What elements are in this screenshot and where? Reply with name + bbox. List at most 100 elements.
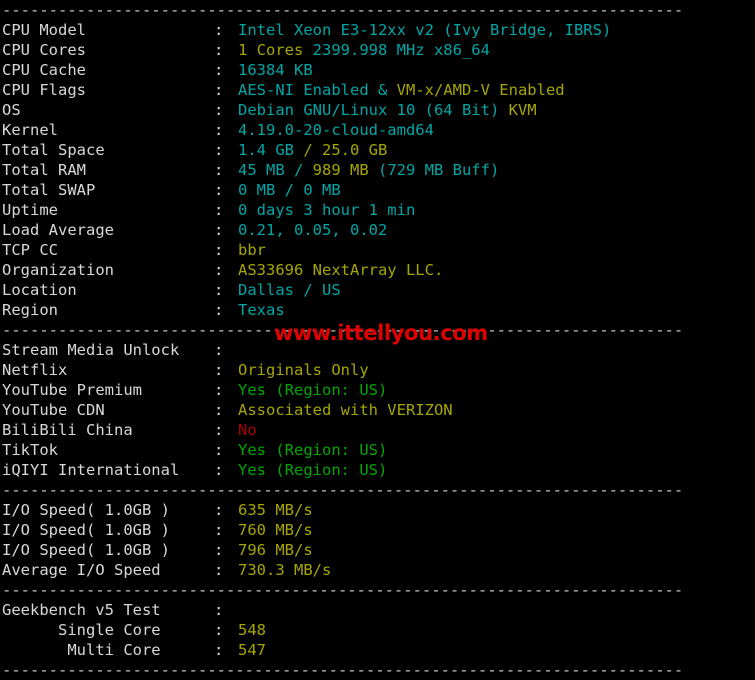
info-row-value: 0 MB / 0 MB bbox=[238, 181, 341, 199]
info-row-label: CPU Cache bbox=[2, 61, 86, 79]
info-row-colon: : bbox=[214, 641, 224, 659]
info-row-colon: : bbox=[214, 341, 224, 359]
info-row-label: I/O Speed( 1.0GB ) bbox=[2, 541, 170, 559]
info-row-colon: : bbox=[214, 381, 224, 399]
info-row-value: Debian GNU/Linux 10 (64 Bit) KVM bbox=[238, 101, 537, 119]
info-row: Location: Dallas / US bbox=[0, 280, 755, 300]
info-row-label: TikTok bbox=[2, 441, 58, 459]
value-segment: 1 Cores bbox=[238, 41, 313, 59]
info-row: Multi Core:547 bbox=[0, 640, 755, 660]
value-segment: 989 MB bbox=[312, 161, 369, 179]
value-segment: Intel Xeon E3-12xx v2 (Ivy Bridge, IBRS) bbox=[238, 21, 612, 39]
section-io-speed: I/O Speed( 1.0GB ):635 MB/s I/O Speed( 1.… bbox=[0, 500, 755, 580]
section-stream-media-unlock: Stream Media Unlock: Netflix: Originals On… bbox=[0, 340, 755, 480]
section-geekbench: Geekbench v5 Test: Single Core:548 Multi… bbox=[0, 600, 755, 660]
value-segment: 0 MB / 0 MB bbox=[238, 181, 341, 199]
value-segment: 547 bbox=[238, 641, 266, 659]
info-row-value: 548 bbox=[238, 621, 266, 639]
info-row-value: Yes (Region: US) bbox=[238, 461, 387, 479]
info-row-value: AES-NI Enabled & VM-x/AMD-V Enabled bbox=[238, 81, 565, 99]
info-row: Organization: AS33696 NextArray LLC. bbox=[0, 260, 755, 280]
info-row: I/O Speed( 1.0GB ):635 MB/s bbox=[0, 500, 755, 520]
info-row-colon: : bbox=[214, 541, 224, 559]
info-row: Region: Texas bbox=[0, 300, 755, 320]
value-segment: AES-NI Enabled bbox=[238, 81, 378, 99]
value-segment: Associated with VERIZON bbox=[238, 401, 453, 419]
info-row: Total RAM:45 MB / 989 MB (729 MB Buff) bbox=[0, 160, 755, 180]
info-row-colon: : bbox=[214, 621, 224, 639]
info-row-label: Total SWAP bbox=[2, 181, 96, 199]
info-row: CPU Model: Intel Xeon E3-12xx v2 (Ivy Bri… bbox=[0, 20, 755, 40]
info-row: BiliBili China: No bbox=[0, 420, 755, 440]
info-row-colon: : bbox=[214, 561, 224, 579]
info-row-label: Single Core bbox=[2, 621, 161, 639]
info-row-label: CPU Model bbox=[2, 21, 86, 39]
info-row-value: 1.4 GB / 25.0 GB bbox=[238, 141, 387, 159]
info-row-value: 0 days 3 hour 1 min bbox=[238, 201, 415, 219]
info-row: Average I/O Speed:730.3 MB/s bbox=[0, 560, 755, 580]
info-row-value: 730.3 MB/s bbox=[238, 561, 331, 579]
info-row: TCP CC: bbr bbox=[0, 240, 755, 260]
info-row-colon: : bbox=[214, 161, 224, 179]
value-segment: Dallas / US bbox=[238, 281, 341, 299]
info-row-colon: : bbox=[214, 61, 224, 79]
value-segment: 45 MB / bbox=[238, 161, 313, 179]
value-segment: Texas bbox=[238, 301, 285, 319]
info-row-label: Kernel bbox=[2, 121, 58, 139]
value-segment: 0 days 3 hour 1 min bbox=[238, 201, 416, 219]
info-row-value: 760 MB/s bbox=[238, 521, 313, 539]
info-row-colon: : bbox=[214, 601, 224, 619]
info-row-value: Yes (Region: US) bbox=[238, 381, 387, 399]
value-segment: VM-x/AMD-V Enabled bbox=[396, 81, 565, 99]
info-row-colon: : bbox=[214, 421, 224, 439]
info-row-value: Dallas / US bbox=[238, 281, 341, 299]
value-segment: Yes (Region: US) bbox=[238, 441, 388, 459]
info-row: iQIYI International: Yes (Region: US) bbox=[0, 460, 755, 480]
value-segment: 2399.998 MHz x86_64 bbox=[312, 41, 490, 59]
value-segment: 760 MB/s bbox=[238, 521, 313, 539]
info-row-label: CPU Flags bbox=[2, 81, 86, 99]
info-row: TikTok: Yes (Region: US) bbox=[0, 440, 755, 460]
info-row-label: OS bbox=[2, 101, 21, 119]
info-row-label: Location bbox=[2, 281, 77, 299]
info-row-colon: : bbox=[214, 521, 224, 539]
value-segment: Yes (Region: US) bbox=[238, 381, 388, 399]
info-row-colon: : bbox=[214, 141, 224, 159]
info-row-colon: : bbox=[214, 241, 224, 259]
separator-bottom: ----------------------------------------… bbox=[2, 661, 684, 679]
info-row-label: YouTube Premium bbox=[2, 381, 142, 399]
info-row-colon: : bbox=[214, 201, 224, 219]
info-row: OS: Debian GNU/Linux 10 (64 Bit) KVM bbox=[0, 100, 755, 120]
value-segment: Originals Only bbox=[238, 361, 369, 379]
info-row-value: 796 MB/s bbox=[238, 541, 313, 559]
info-row-value: 1 Cores 2399.998 MHz x86_64 bbox=[238, 41, 490, 59]
info-row-value: 547 bbox=[238, 641, 266, 659]
info-row-label: Load Average bbox=[2, 221, 114, 239]
info-row-label: TCP CC bbox=[2, 241, 58, 259]
info-row-value: 16384 KB bbox=[238, 61, 313, 79]
value-segment: AS33696 NextArray LLC. bbox=[238, 261, 444, 279]
info-row: Load Average:0.21, 0.05, 0.02 bbox=[0, 220, 755, 240]
info-row-value: Associated with VERIZON bbox=[238, 401, 453, 419]
info-row: Geekbench v5 Test: bbox=[0, 600, 755, 620]
info-row-value: 45 MB / 989 MB (729 MB Buff) bbox=[238, 161, 499, 179]
info-row-colon: : bbox=[214, 21, 224, 39]
info-row-value: Originals Only bbox=[238, 361, 369, 379]
info-row: Stream Media Unlock: bbox=[0, 340, 755, 360]
info-row: Netflix: Originals Only bbox=[0, 360, 755, 380]
info-row-label: I/O Speed( 1.0GB ) bbox=[2, 501, 170, 519]
info-row-value: bbr bbox=[238, 241, 266, 259]
value-segment: 548 bbox=[238, 621, 266, 639]
info-row: YouTube CDN: Associated with VERIZON bbox=[0, 400, 755, 420]
value-segment: 4.19.0-20-cloud-amd64 bbox=[238, 121, 434, 139]
info-row-colon: : bbox=[214, 461, 224, 479]
separator-after-region: ----------------------------------------… bbox=[2, 321, 684, 339]
info-row-value: 4.19.0-20-cloud-amd64 bbox=[238, 121, 434, 139]
info-row-value: Texas bbox=[238, 301, 285, 319]
value-segment: Debian GNU/Linux 10 (64 Bit) bbox=[238, 101, 509, 119]
value-segment: bbr bbox=[238, 241, 266, 259]
info-row-colon: : bbox=[214, 261, 224, 279]
info-row: Uptime:0 days 3 hour 1 min bbox=[0, 200, 755, 220]
info-row-value: Intel Xeon E3-12xx v2 (Ivy Bridge, IBRS) bbox=[238, 21, 611, 39]
value-segment: Yes (Region: US) bbox=[238, 461, 388, 479]
